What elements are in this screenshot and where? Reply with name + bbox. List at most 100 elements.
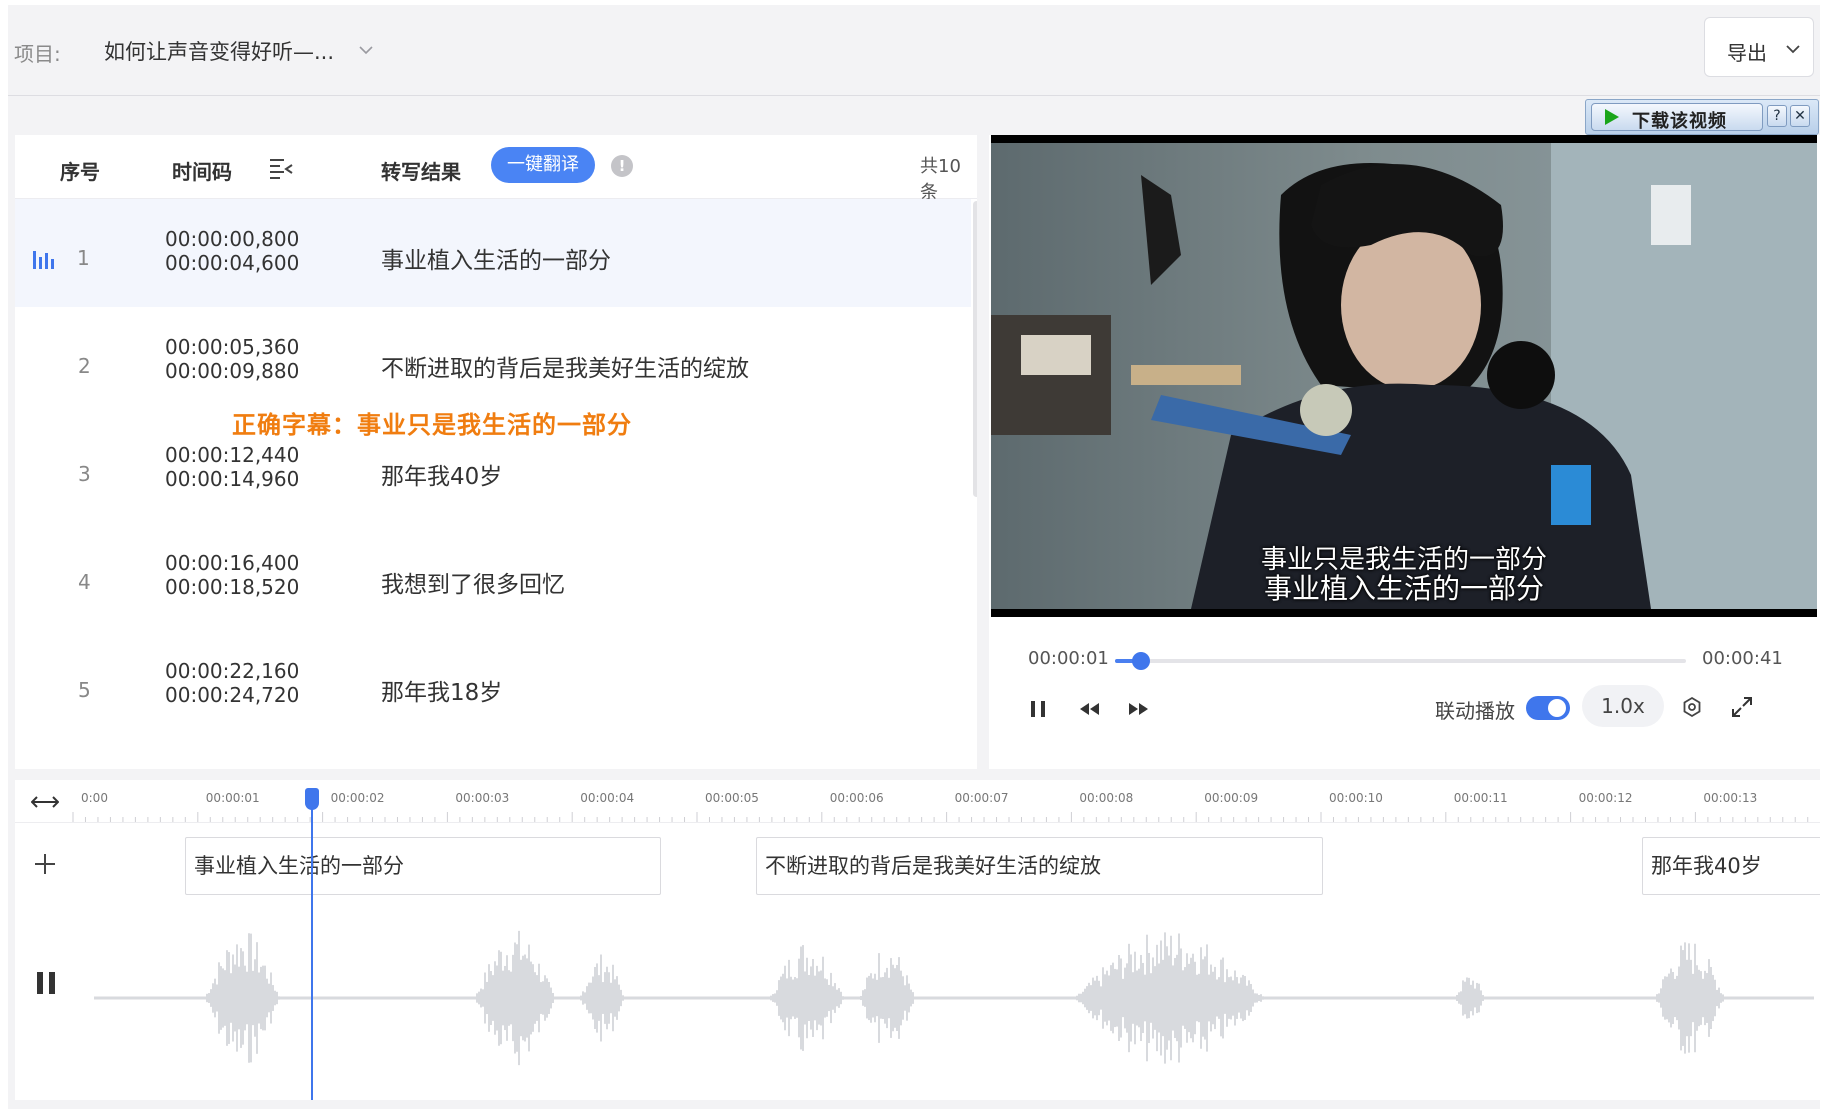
download-video-label: 下载该视频 bbox=[1632, 111, 1727, 132]
row-index: 4 bbox=[78, 570, 91, 594]
row-index: 2 bbox=[78, 354, 91, 378]
progress-slider[interactable] bbox=[1115, 652, 1686, 670]
tick-label: 00:00:07 bbox=[955, 791, 1009, 805]
tick-label: 00:00:05 bbox=[705, 791, 759, 805]
video-subtitle: 事业植入生活的一部分 bbox=[1263, 572, 1544, 605]
current-time: 00:00:01 bbox=[1028, 648, 1109, 669]
download-video-bar: 下载该视频 ? ✕ bbox=[1585, 99, 1819, 135]
segment-text: 不断进取的背后是我美好生活的绽放 bbox=[765, 854, 1101, 878]
row-timecode[interactable]: 00:00:12,440 00:00:14,960 bbox=[165, 443, 299, 491]
column-timecode: 时间码 bbox=[172, 160, 232, 184]
row-index: 1 bbox=[77, 246, 90, 270]
subtitle-segment[interactable]: 不断进取的背后是我美好生活的绽放 bbox=[756, 837, 1323, 895]
list-scrollbar[interactable] bbox=[973, 201, 977, 497]
fullscreen-icon[interactable] bbox=[1730, 695, 1754, 719]
tick-label: 00:00:03 bbox=[455, 791, 509, 805]
segment-text: 事业植入生活的一部分 bbox=[194, 854, 404, 878]
tick-label: 00:00:04 bbox=[580, 791, 634, 805]
linked-playback-toggle[interactable] bbox=[1526, 696, 1570, 720]
help-button[interactable]: ? bbox=[1767, 105, 1787, 127]
playhead-handle[interactable] bbox=[305, 788, 319, 810]
start-time: 00:00:12,440 bbox=[165, 443, 300, 467]
close-button[interactable]: ✕ bbox=[1790, 105, 1810, 127]
tick-label: 00:00:09 bbox=[1204, 791, 1258, 805]
column-result: 转写结果 bbox=[381, 160, 461, 184]
linked-playback-label: 联动播放 bbox=[1435, 699, 1515, 723]
rewind-icon[interactable] bbox=[1077, 697, 1101, 721]
row-text[interactable]: 事业植入生活的一部分 bbox=[381, 241, 611, 275]
start-time: 00:00:00,800 bbox=[165, 227, 300, 251]
list-item[interactable]: 5 00:00:22,160 00:00:24,720 那年我18岁 bbox=[15, 631, 971, 740]
playhead[interactable] bbox=[311, 788, 313, 1100]
row-timecode[interactable]: 00:00:22,160 00:00:24,720 bbox=[165, 659, 299, 707]
export-button[interactable]: 导出 bbox=[1704, 17, 1814, 77]
tick-label: 00:00:10 bbox=[1329, 791, 1383, 805]
row-timecode[interactable]: 00:00:16,400 00:00:18,520 bbox=[165, 551, 299, 599]
list-item[interactable]: 4 00:00:16,400 00:00:18,520 我想到了很多回忆 bbox=[15, 523, 971, 632]
correct-subtitle-annotation: 正确字幕：事业只是我生活的一部分 bbox=[232, 411, 632, 439]
pause-icon[interactable] bbox=[1026, 697, 1050, 721]
column-index: 序号 bbox=[60, 160, 100, 184]
add-icon[interactable] bbox=[33, 852, 57, 876]
fast-forward-icon[interactable] bbox=[1127, 697, 1151, 721]
row-timecode[interactable]: 00:00:05,360 00:00:09,880 bbox=[165, 335, 299, 383]
timeline-panel: 0:00 00:00:01 00:00:02 00:00:03 00:00:04 00:0… bbox=[15, 780, 1820, 1100]
start-time: 00:00:22,160 bbox=[165, 659, 300, 683]
app-window: 项目: 如何让声音变得好听—... 导出 下载该视频 ? ✕ 序号 时间码 转写… bbox=[8, 5, 1820, 1109]
subtitle-segment[interactable]: 那年我40岁 bbox=[1642, 837, 1820, 895]
export-label: 导出 bbox=[1727, 41, 1767, 65]
row-text[interactable]: 我想到了很多回忆 bbox=[381, 565, 565, 599]
tick-label: 00:00:12 bbox=[1579, 791, 1633, 805]
tick-label: 00:00:01 bbox=[206, 791, 260, 805]
tick-label: 00:00:08 bbox=[1079, 791, 1133, 805]
top-bar: 项目: 如何让声音变得好听—... 导出 bbox=[8, 5, 1820, 96]
ruler-ticks: 0:00 00:00:01 00:00:02 00:00:03 00:00:04 00:0… bbox=[72, 791, 1809, 822]
end-time: 00:00:09,880 bbox=[165, 359, 300, 383]
row-timecode[interactable]: 00:00:00,800 00:00:04,600 bbox=[165, 227, 299, 275]
row-count: 共10条 bbox=[920, 156, 961, 203]
tick-label: 00:00:11 bbox=[1454, 791, 1508, 805]
end-time: 00:00:14,960 bbox=[165, 467, 300, 491]
tick-label: 00:00:02 bbox=[331, 791, 385, 805]
chevron-down-icon bbox=[1786, 45, 1800, 54]
info-icon[interactable]: ! bbox=[611, 155, 633, 177]
progress-handle[interactable] bbox=[1131, 652, 1150, 670]
end-time: 00:00:04,600 bbox=[165, 251, 300, 275]
audio-bars-icon bbox=[33, 251, 54, 269]
playback-speed-button[interactable]: 1.0x bbox=[1582, 685, 1664, 727]
timecode-align-icon[interactable] bbox=[268, 155, 294, 181]
project-label: 项目: bbox=[14, 42, 61, 66]
list-item[interactable]: 2 00:00:05,360 00:00:09,880 不断进取的背后是我美好生… bbox=[15, 307, 971, 416]
video-frame[interactable]: 事业只是我生活的一部分 事业植入生活的一部分 bbox=[991, 135, 1817, 617]
settings-icon[interactable] bbox=[1680, 695, 1704, 719]
waveform-bars bbox=[94, 930, 1814, 1066]
list-header: 序号 时间码 转写结果 一键翻译 ! 共10条 bbox=[15, 135, 977, 203]
play-icon bbox=[1605, 109, 1619, 125]
time-ruler[interactable]: 0:00 00:00:01 00:00:02 00:00:03 00:00:04 00:0… bbox=[15, 780, 1820, 823]
end-time: 00:00:18,520 bbox=[165, 575, 300, 599]
row-index: 3 bbox=[78, 462, 91, 486]
tick-label: 0:00 bbox=[81, 791, 108, 805]
one-click-translate-button[interactable]: 一键翻译 bbox=[491, 147, 595, 183]
video-player-panel: 事业只是我生活的一部分 事业植入生活的一部分 00:00:01 00:00:41… bbox=[989, 135, 1820, 769]
row-text[interactable]: 不断进取的背后是我美好生活的绽放 bbox=[381, 349, 749, 383]
start-time: 00:00:16,400 bbox=[165, 551, 300, 575]
toggle-knob bbox=[1548, 699, 1566, 717]
transcript-list-panel: 序号 时间码 转写结果 一键翻译 ! 共10条 1 00:00:00,800 0… bbox=[15, 135, 977, 769]
tick-label: 00:00:06 bbox=[830, 791, 884, 805]
end-time: 00:00:24,720 bbox=[165, 683, 300, 707]
segment-text: 那年我40岁 bbox=[1651, 854, 1762, 878]
download-video-button[interactable]: 下载该视频 bbox=[1591, 103, 1763, 132]
start-time: 00:00:05,360 bbox=[165, 335, 300, 359]
subtitle-segment[interactable]: 事业植入生活的一部分 bbox=[185, 837, 661, 895]
row-index: 5 bbox=[78, 678, 91, 702]
row-text[interactable]: 那年我18岁 bbox=[381, 673, 502, 707]
project-selector[interactable]: 如何让声音变得好听—... bbox=[104, 36, 334, 66]
list-item[interactable]: 1 00:00:00,800 00:00:04,600 事业植入生活的一部分 bbox=[15, 199, 971, 308]
total-time: 00:00:41 bbox=[1702, 648, 1783, 669]
row-text[interactable]: 那年我40岁 bbox=[381, 457, 502, 491]
audio-waveform[interactable] bbox=[15, 898, 1820, 1098]
chevron-down-icon[interactable] bbox=[357, 41, 375, 59]
tick-label: 00:00:13 bbox=[1703, 791, 1757, 805]
list-item-partial[interactable] bbox=[15, 739, 971, 769]
